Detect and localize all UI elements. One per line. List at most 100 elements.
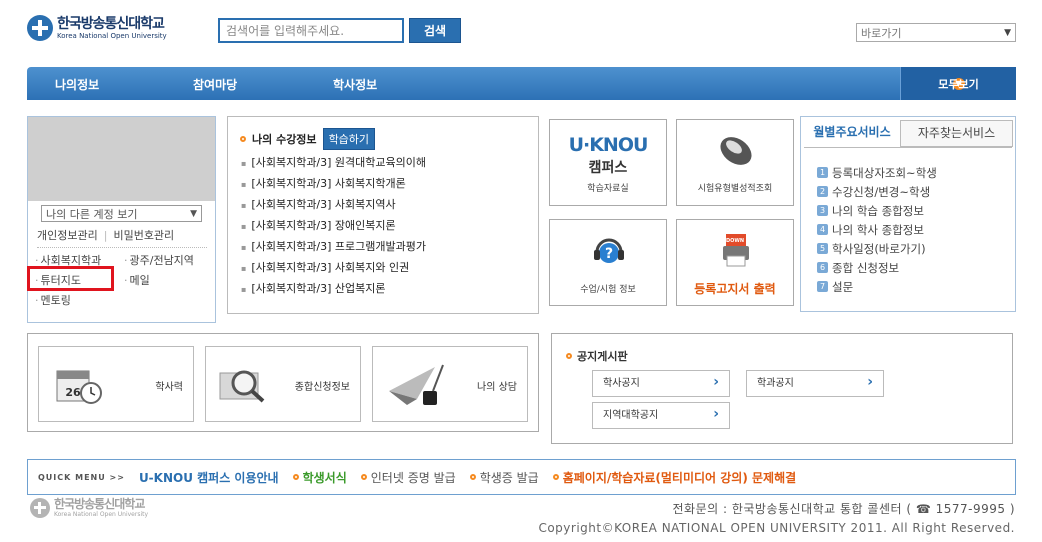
copyright: Copyright©KOREA NATIONAL OPEN UNIVERSITY… — [538, 521, 1015, 535]
my-counseling-tile[interactable]: 나의 상담 — [372, 346, 528, 422]
course-list: [사회복지학과/3] 원격대학교육의이해 [사회복지학과/3] 사회복지학개론 … — [241, 154, 426, 301]
search-button[interactable]: 검색 — [409, 18, 461, 43]
class-exam-info-caption: 수업/시험 정보 — [580, 285, 636, 295]
number-badge: 5 — [817, 243, 828, 254]
view-all-button[interactable]: 모두보기 ▼ — [900, 67, 1016, 100]
calendar-clock-icon: 26 — [56, 370, 102, 404]
service-item[interactable]: 5 학사일정(바로가기) — [817, 239, 937, 258]
footer-logo-korean: 한국방송통신대학교 — [54, 497, 145, 511]
number-badge: 3 — [817, 205, 828, 216]
service-item-label: 나의 학습 종합정보 — [832, 203, 924, 218]
personal-info-link[interactable]: 개인정보관리 — [37, 229, 98, 242]
application-info-label: 종합신청정보 — [294, 382, 350, 393]
quick-menu-bar: QUICK MENU >> U-KNOU 캠퍼스 이용안내 학생서식 인터넷 증… — [27, 459, 1016, 495]
services-panel: 월별주요서비스 자주찾는서비스 1 등록대상자조회~학생 2 수강신청/변경~학생 … — [800, 116, 1016, 312]
tab-monthly-services[interactable]: 월별주요서비스 — [804, 120, 900, 147]
exam-grade-tile[interactable]: 시험유형별성적조회 — [676, 119, 794, 206]
tutor-highlight-box — [27, 266, 114, 291]
university-logo[interactable]: 한국방송통신대학교 Korea National Open University — [27, 14, 207, 42]
quick-link-campus-guide[interactable]: U-KNOU 캠퍼스 이용안내 — [139, 469, 279, 486]
bullet-icon — [469, 474, 476, 480]
logo-emblem-icon — [27, 15, 53, 41]
svg-text:?: ? — [605, 246, 613, 262]
service-item-label: 나의 학사 종합정보 — [832, 222, 924, 237]
service-item-label: 등록대상자조회~학생 — [832, 165, 937, 180]
service-item[interactable]: 6 종합 신청정보 — [817, 258, 937, 277]
print-invoice-caption: 등록고지서 출력 — [694, 282, 776, 296]
academic-notice-button[interactable]: 학사공지 — [592, 370, 730, 397]
services-list: 1 등록대상자조회~학생 2 수강신청/변경~학생 3 나의 학습 종합정보 4 나의 … — [817, 163, 937, 296]
service-item[interactable]: 4 나의 학사 종합정보 — [817, 220, 937, 239]
service-item[interactable]: 3 나의 학습 종합정보 — [817, 201, 937, 220]
quick-link-select-value: 바로가기 — [861, 26, 902, 40]
service-item[interactable]: 1 등록대상자조회~학생 — [817, 163, 937, 182]
profile-photo — [28, 117, 215, 201]
password-link[interactable]: 비밀번호관리 — [113, 229, 174, 242]
class-exam-info-tile[interactable]: ? 수업/시험 정보 — [549, 219, 667, 306]
profile-panel: 나의 다른 계정 보기 ▼ 개인정보관리|비밀번호관리 사회복지학과 광주/전남… — [27, 116, 216, 323]
nav-item-my-info[interactable]: 나의정보 — [55, 76, 99, 93]
service-item[interactable]: 2 수강신청/변경~학생 — [817, 182, 937, 201]
profile-link-region[interactable]: 광주/전남지역 — [124, 252, 194, 268]
academic-calendar-tile[interactable]: 26 학사력 — [38, 346, 194, 422]
department-notice-button[interactable]: 학과공지 — [746, 370, 884, 397]
course-item[interactable]: [사회복지학과/3] 사회복지학개론 — [241, 175, 426, 196]
application-info-tile[interactable]: 종합신청정보 — [205, 346, 361, 422]
course-item[interactable]: [사회복지학과/3] 프로그램개발과평가 — [241, 238, 426, 259]
quick-link-text: 홈페이지/학습자료(멀티미디어 강의) 문제해결 — [562, 470, 797, 485]
course-panel-title: 나의 수강정보 — [252, 133, 317, 146]
course-panel: 나의 수강정보 학습하기 [사회복지학과/3] 원격대학교육의이해 [사회복지학… — [227, 116, 539, 314]
service-item[interactable]: 7 설문 — [817, 277, 937, 296]
quick-link-select[interactable]: 바로가기 ▼ — [856, 23, 1016, 42]
chevron-down-icon: ▼ — [190, 208, 197, 219]
main-nav: 나의정보 참여마당 학사정보 모두보기 ▼ — [27, 67, 1016, 100]
print-invoice-tile[interactable]: DOWN 등록고지서 출력 — [676, 219, 794, 306]
logo-emblem-icon — [30, 498, 50, 518]
headset-help-icon: ? — [594, 238, 624, 263]
quick-link-certificate[interactable]: 인터넷 증명 발급 — [360, 469, 456, 486]
account-select[interactable]: 나의 다른 계정 보기 ▼ — [41, 205, 202, 222]
academic-calendar-label: 학사력 — [155, 382, 183, 393]
course-item[interactable]: [사회복지학과/3] 사회복지와 인권 — [241, 259, 426, 280]
nav-item-participation[interactable]: 참여마당 — [193, 76, 237, 93]
tab-frequent-services[interactable]: 자주찾는서비스 — [900, 120, 1013, 147]
view-all-label: 모두보기 — [938, 78, 979, 91]
service-item-label: 종합 신청정보 — [832, 260, 900, 275]
chevron-down-icon: ▼ — [1004, 27, 1011, 38]
search-input[interactable]: 검색어를 입력해주세요. — [218, 18, 404, 43]
bullet-icon — [566, 353, 572, 359]
quick-link-student-forms[interactable]: 학생서식 — [292, 469, 347, 486]
course-item[interactable]: [사회복지학과/3] 사회복지역사 — [241, 196, 426, 217]
contact-info: 전화문의 : 한국방송통신대학교 통합 콜센터 ( ☎ 1577-9995 ) — [672, 502, 1015, 516]
uknou-caption: 학습자료실 — [587, 184, 629, 194]
course-item[interactable]: [사회복지학과/3] 장애인복지론 — [241, 217, 426, 238]
notice-board-panel: 공지게시판 학사공지 학과공지 지역대학공지 — [551, 333, 1013, 444]
calendar-day: 26 — [65, 386, 81, 399]
bullet-icon — [360, 474, 367, 480]
quick-link-text: 학생서식 — [302, 470, 347, 485]
uknou-sub-text: 캠퍼스 — [588, 160, 628, 176]
course-item[interactable]: [사회복지학과/3] 산업복지론 — [241, 280, 426, 301]
footer-logo: 한국방송통신대학교 Korea National Open University — [30, 498, 148, 518]
quick-menu-label: QUICK MENU >> — [38, 472, 125, 482]
quick-link-text: U-KNOU 캠퍼스 이용안내 — [138, 470, 279, 485]
number-badge: 2 — [817, 186, 828, 197]
quick-link-troubleshooting[interactable]: 홈페이지/학습자료(멀티미디어 강의) 문제해결 — [552, 469, 797, 486]
profile-link-mail[interactable]: 메일 — [124, 272, 150, 288]
profile-link-mentoring[interactable]: 멘토링 — [35, 292, 71, 308]
uknou-campus-tile[interactable]: U·KNOU 캠퍼스 학습자료실 — [549, 119, 667, 206]
regional-notice-button[interactable]: 지역대학공지 — [592, 402, 730, 429]
number-badge: 1 — [817, 167, 828, 178]
service-item-label: 수강신청/변경~학생 — [832, 184, 931, 199]
exam-grade-caption: 시험유형별성적조회 — [697, 184, 773, 194]
notice-board-title: 공지게시판 — [577, 350, 628, 363]
nav-item-academic[interactable]: 학사정보 — [333, 76, 377, 93]
course-item[interactable]: [사회복지학과/3] 원격대학교육의이해 — [241, 154, 426, 175]
quick-link-student-id[interactable]: 학생증 발급 — [469, 469, 539, 486]
mouse-icon — [720, 137, 752, 165]
bullet-icon — [292, 474, 299, 480]
logo-korean-name: 한국방송통신대학교 — [57, 15, 165, 32]
study-button[interactable]: 학습하기 — [322, 128, 376, 150]
print-badge: DOWN — [725, 238, 745, 244]
shortcut-panel: 26 학사력 종합신청정보 나의 상담 — [27, 333, 539, 432]
